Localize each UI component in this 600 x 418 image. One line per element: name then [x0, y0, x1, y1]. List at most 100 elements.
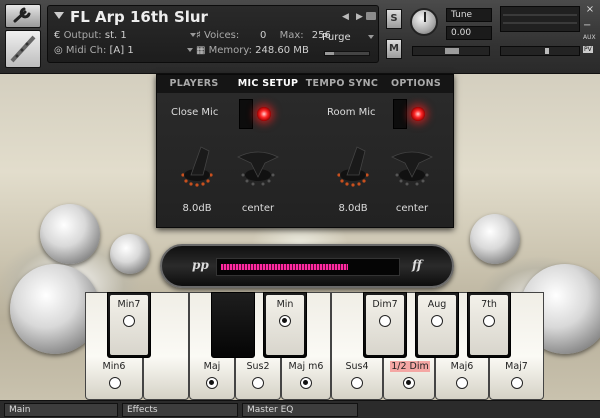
chord-key-dim7[interactable]: Dim7 [363, 292, 407, 358]
chord-key-label: Min7 [117, 299, 141, 310]
close-mic-label: Close Mic [171, 107, 219, 118]
tune-label: Tune [446, 8, 492, 22]
chord-key-min[interactable]: Min [263, 292, 307, 358]
minimize-button[interactable]: − [583, 20, 591, 31]
tab-options[interactable]: OPTIONS [379, 75, 453, 93]
chord-radio-dim7[interactable] [379, 315, 391, 327]
dynamics-bar[interactable]: pp ff [160, 244, 454, 288]
chord-key-label: Maj6 [450, 361, 474, 372]
chord-radio-min7[interactable] [123, 315, 135, 327]
room-mic-volume-value: 8.0dB [338, 203, 368, 214]
output-label: Output: [63, 30, 102, 41]
flute-key-decoration [40, 204, 100, 264]
close-mic-switch[interactable] [239, 99, 271, 129]
memory-readout: ▦ Memory: 248.60 MB [196, 45, 309, 56]
chord-radio-aug[interactable] [431, 315, 443, 327]
close-mic-pan-value: center [241, 203, 275, 214]
pan-handle[interactable] [445, 48, 459, 54]
chord-radio-7th[interactable] [483, 315, 495, 327]
chord-radio-maj6[interactable] [456, 377, 468, 389]
midi-label: Midi Ch: [65, 45, 107, 56]
output-selector[interactable]: € Output: st. 1 [54, 30, 196, 41]
memory-label: Memory: [208, 45, 252, 56]
collapse-arrow-icon[interactable] [54, 12, 64, 19]
purge-label: Purge [322, 32, 351, 43]
volume-handle[interactable] [545, 48, 549, 54]
tune-value[interactable]: 0.00 [446, 26, 492, 40]
tab-bar: PLAYERS MIC SETUP TEMPO SYNC OPTIONS [157, 75, 453, 93]
pp-label: pp [192, 258, 209, 272]
chord-key-label-highlighted: 1/2 Dim [390, 361, 430, 372]
max-label: Max: [279, 30, 304, 41]
status-bar: Main Effects Master EQ [0, 400, 600, 418]
tab-main[interactable]: Main [4, 403, 118, 417]
chord-key-aug[interactable]: Aug [415, 292, 459, 358]
output-value: st. 1 [104, 30, 127, 41]
tab-effects[interactable]: Effects [122, 403, 238, 417]
snapshot-camera-icon[interactable] [366, 12, 376, 20]
chord-key-label: Maj m6 [288, 361, 324, 372]
chord-radio-maj[interactable] [206, 377, 218, 389]
flute-key-decoration [470, 214, 520, 264]
chord-radio-sus2[interactable] [252, 377, 264, 389]
next-instrument-icon[interactable]: ▶ [356, 12, 363, 22]
instrument-name[interactable]: FL Arp 16th Slur [70, 8, 208, 26]
chord-key-label: Sus2 [246, 361, 270, 372]
chord-key-label: Min6 [102, 361, 126, 372]
instrument-thumbnail-button[interactable] [5, 30, 41, 68]
chord-radio-min[interactable] [279, 315, 291, 327]
flute-key-decoration [110, 234, 150, 274]
close-instrument-button[interactable]: × [584, 4, 596, 16]
chord-radio-maj-m6[interactable] [300, 377, 312, 389]
tab-tempo-sync[interactable]: TEMPO SYNC [305, 75, 379, 93]
pan-slider[interactable] [412, 46, 490, 56]
midi-icon: ◎ [54, 45, 63, 56]
chord-radio-min6[interactable] [109, 377, 121, 389]
chord-radio-half-dim[interactable] [403, 377, 415, 389]
output-icon: € [54, 30, 61, 41]
chord-key-label: Dim7 [372, 299, 398, 310]
solo-button[interactable]: S [386, 9, 402, 29]
chord-key-min7[interactable]: Min7 [107, 292, 151, 358]
wrench-button[interactable] [5, 4, 41, 28]
voices-icon: ♯ [196, 30, 201, 41]
chord-key-label: Maj [203, 361, 221, 372]
previous-instrument-icon[interactable]: ◀ [342, 12, 349, 22]
instrument-info-panel: FL Arp 16th Slur ◀ ▶ € Output: st. 1 ◎ M… [47, 5, 379, 63]
wrench-icon [13, 7, 31, 23]
aux-button[interactable]: AUX [583, 34, 596, 41]
memory-icon: ▦ [196, 45, 206, 56]
close-mic-volume-value: 8.0dB [182, 203, 212, 214]
instrument-main-area: PLAYERS MIC SETUP TEMPO SYNC OPTIONS Clo… [0, 74, 600, 400]
tab-players[interactable]: PLAYERS [157, 75, 231, 93]
chord-key-label: Min [276, 299, 294, 310]
tab-mic-setup[interactable]: MIC SETUP [231, 75, 305, 93]
dynamics-meter[interactable] [216, 258, 400, 276]
chord-radio-maj7[interactable] [511, 377, 523, 389]
purge-dropdown[interactable]: Purge [322, 32, 374, 43]
room-mic-switch[interactable] [393, 99, 425, 129]
instrument-header: FL Arp 16th Slur ◀ ▶ € Output: st. 1 ◎ M… [0, 0, 600, 74]
output-dropdown-icon [189, 33, 196, 37]
chord-radio-sus4[interactable] [351, 377, 363, 389]
pv-button[interactable]: PV [583, 46, 593, 53]
tab-master-eq[interactable]: Master EQ [242, 403, 358, 417]
midi-channel-selector[interactable]: ◎ Midi Ch: [A] 1 [54, 45, 193, 56]
voices-value: 0 [260, 30, 267, 41]
chord-key-blank-black[interactable] [211, 292, 255, 358]
volume-slider[interactable] [500, 46, 580, 56]
room-mic-volume-knob[interactable] [333, 143, 373, 187]
close-mic-led-icon [257, 107, 271, 121]
midi-value: [A] 1 [109, 45, 134, 56]
close-mic-volume-knob[interactable] [177, 143, 217, 187]
tune-knob[interactable] [410, 8, 438, 36]
room-mic-pan-knob[interactable] [389, 143, 435, 187]
volume-meter [500, 6, 580, 32]
ff-label: ff [412, 258, 422, 272]
purge-meter [324, 51, 370, 56]
chord-key-7th[interactable]: 7th [467, 292, 511, 358]
chord-key-label: Aug [427, 299, 447, 310]
flute-thumbnail-icon [10, 35, 36, 63]
mute-button[interactable]: M [386, 39, 402, 59]
close-mic-pan-knob[interactable] [235, 143, 281, 187]
